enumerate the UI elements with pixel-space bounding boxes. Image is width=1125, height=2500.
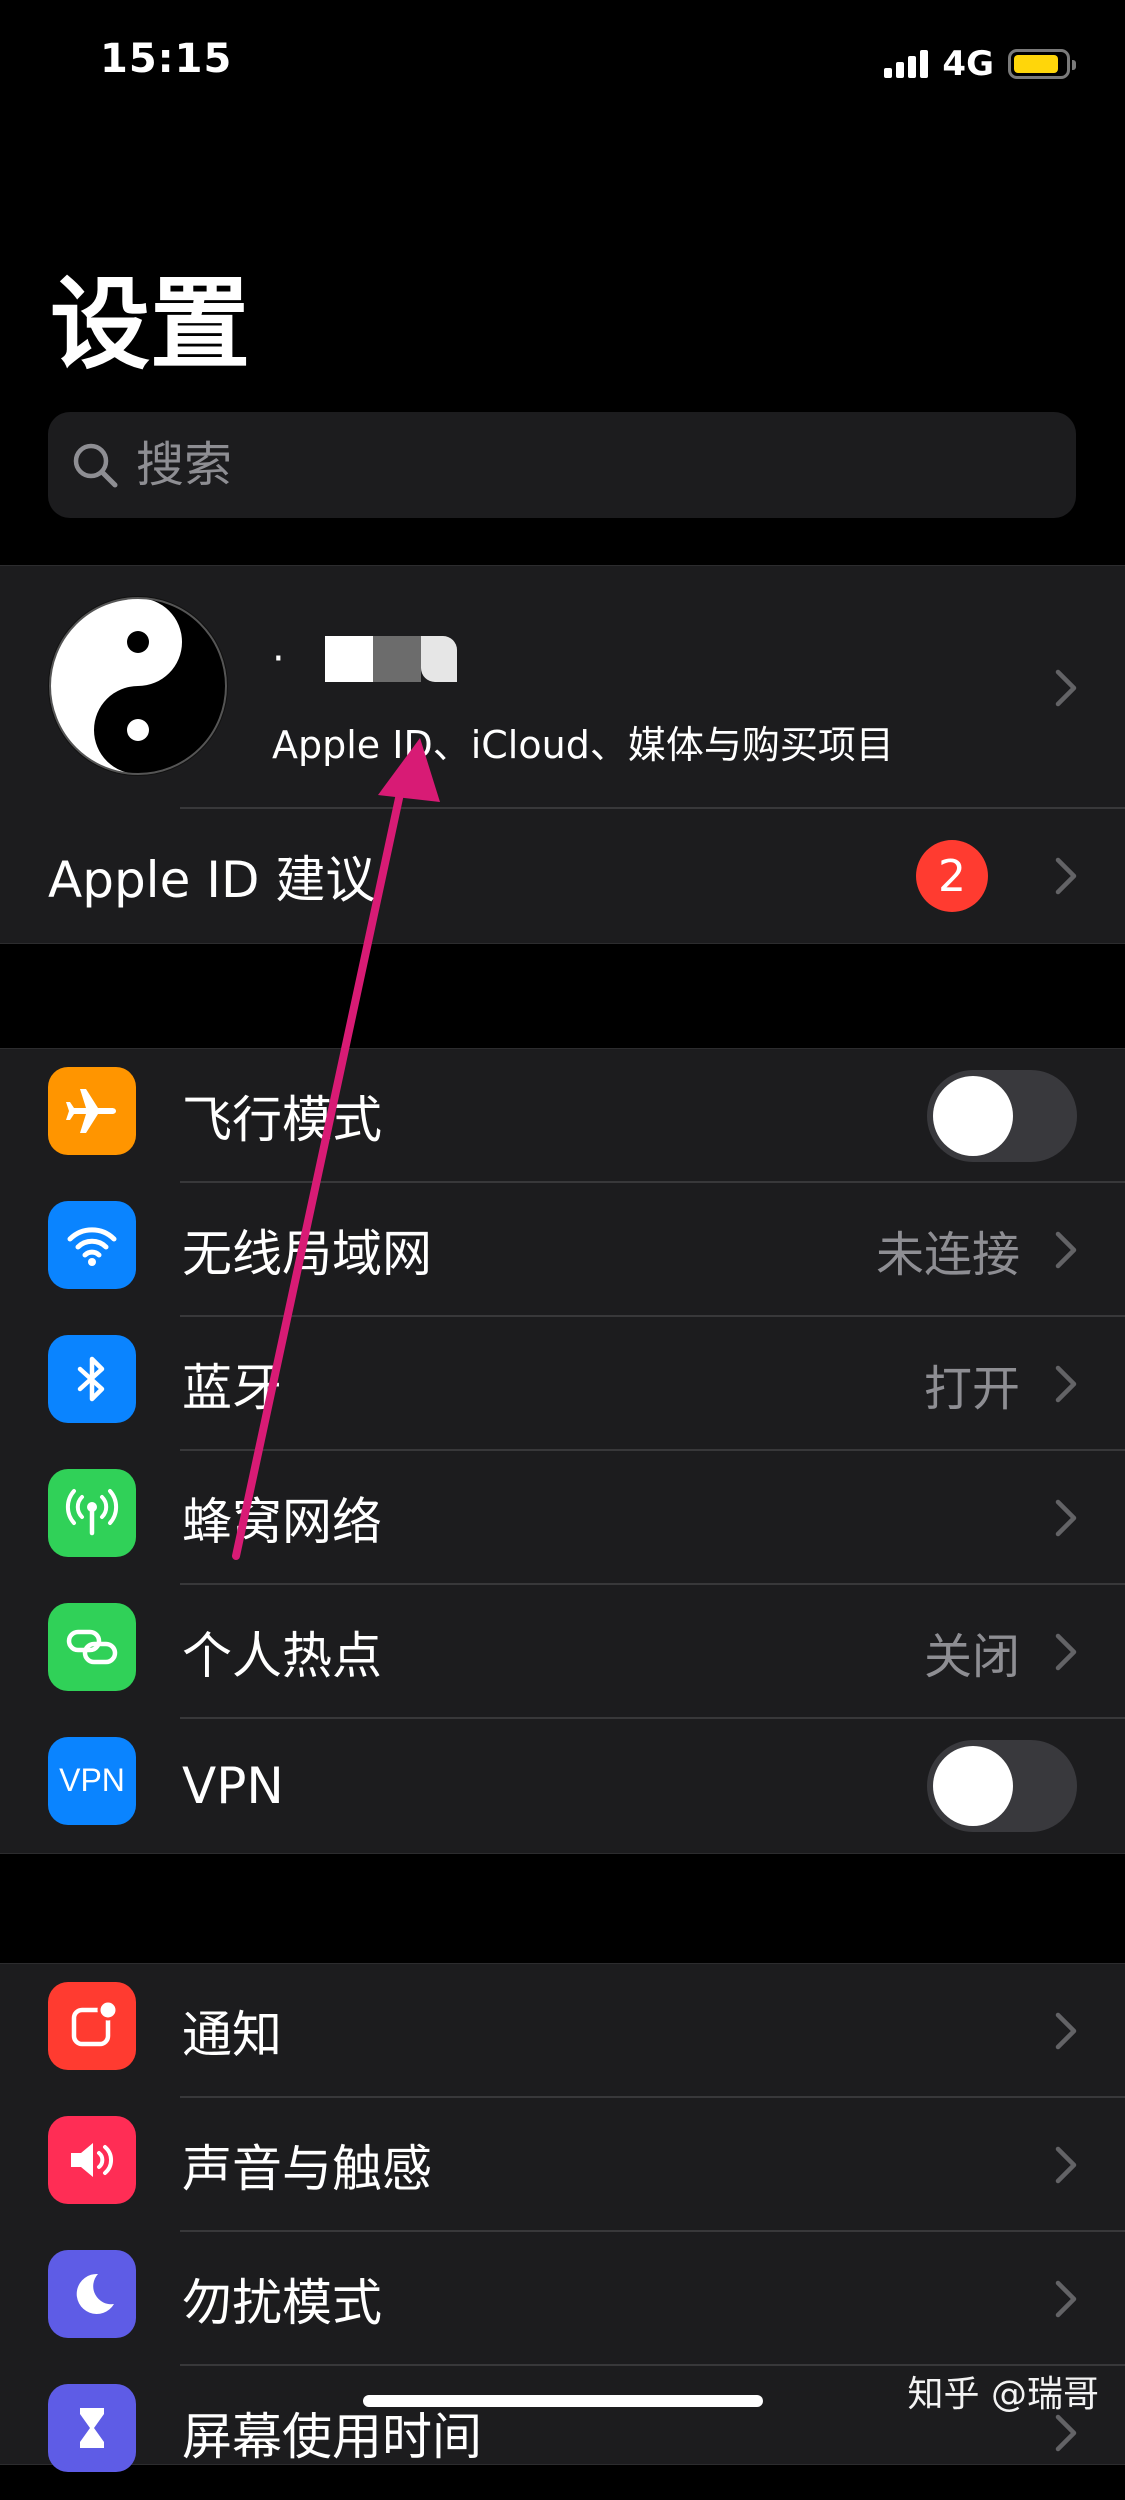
airplane-mode-toggle[interactable] — [927, 1070, 1077, 1162]
settings-row-personal-hotspot[interactable]: 个人热点 关闭 — [0, 1585, 1125, 1719]
settings-row-bluetooth[interactable]: 蓝牙 打开 — [0, 1317, 1125, 1451]
settings-row-cellular[interactable]: 蜂窝网络 — [0, 1451, 1125, 1585]
row-label: 通知 — [182, 2006, 282, 2064]
settings-row-wifi[interactable]: 无线局域网 未连接 — [0, 1183, 1125, 1317]
row-label: 飞行模式 — [182, 1091, 382, 1149]
airplane-icon — [48, 1066, 136, 1155]
chevron-right-icon — [1055, 2280, 1077, 2318]
status-bar: 15:15 4G — [0, 0, 1125, 130]
row-value: 未连接 — [875, 1227, 1020, 1283]
moon-icon — [48, 2249, 136, 2338]
profile-subtitle: Apple ID、iCloud、媒体与购买项目 — [272, 723, 894, 767]
status-indicators: 4G — [884, 44, 1076, 84]
avatar — [48, 596, 228, 776]
settings-row-airplane-mode[interactable]: 飞行模式 — [0, 1049, 1125, 1183]
apple-id-suggestions-label: Apple ID 建议 — [48, 851, 376, 909]
row-label: 蜂窝网络 — [182, 1493, 382, 1551]
profile-group: · Apple ID、iCloud、媒体与购买项目 Apple ID 建议 2 — [0, 565, 1125, 944]
settings-row-vpn[interactable]: VPN VPN — [0, 1719, 1125, 1853]
notification-badge: 2 — [916, 840, 988, 912]
row-label: 屏幕使用时间 — [182, 2408, 482, 2466]
chevron-right-icon — [1055, 669, 1077, 706]
chevron-right-icon — [1055, 857, 1077, 895]
vpn-toggle[interactable] — [927, 1740, 1077, 1832]
row-value: 关闭 — [923, 1629, 1020, 1685]
search-field[interactable] — [48, 412, 1076, 518]
search-input[interactable] — [134, 436, 1038, 494]
hourglass-icon — [48, 2383, 136, 2472]
row-label: VPN — [182, 1757, 284, 1815]
hotspot-icon — [48, 1602, 136, 1691]
wifi-icon — [48, 1200, 136, 1289]
row-value: 打开 — [923, 1361, 1020, 1417]
search-icon — [73, 443, 118, 488]
settings-row-do-not-disturb[interactable]: 勿扰模式 — [0, 2232, 1125, 2366]
speaker-icon — [48, 2115, 136, 2204]
chevron-right-icon — [1055, 2146, 1077, 2184]
watermark: 知乎 @瑞哥 — [907, 2374, 1099, 2415]
page-title: 设置 — [50, 266, 250, 383]
chevron-right-icon — [1055, 2012, 1077, 2050]
apple-id-profile-row[interactable]: · Apple ID、iCloud、媒体与购买项目 — [0, 566, 1125, 809]
network-type: 4G — [942, 44, 994, 84]
chevron-right-icon — [1055, 1499, 1077, 1537]
chevron-right-icon — [1055, 1633, 1077, 1671]
settings-row-notifications[interactable]: 通知 — [0, 1964, 1125, 2098]
antenna-icon — [48, 1468, 136, 1557]
vpn-icon-text: VPN — [59, 1762, 125, 1799]
chevron-right-icon — [1055, 1231, 1077, 1269]
notification-icon — [48, 1981, 136, 2070]
chevron-right-icon — [1055, 2414, 1077, 2452]
chevron-right-icon — [1055, 1365, 1077, 1403]
home-indicator[interactable] — [363, 2395, 763, 2407]
battery-icon — [1008, 49, 1076, 79]
status-time: 15:15 — [100, 36, 233, 82]
settings-row-sounds[interactable]: 声音与触感 — [0, 2098, 1125, 2232]
yin-yang-avatar-icon — [49, 597, 227, 775]
row-label: 个人热点 — [182, 1627, 382, 1685]
profile-name-obscured: · — [272, 636, 457, 682]
connectivity-group: 飞行模式 无线局域网 未连接 蓝牙 打开 蜂窝网络 个人热点 关闭 VPN VP… — [0, 1048, 1125, 1854]
apple-id-suggestions-row[interactable]: Apple ID 建议 2 — [0, 809, 1125, 943]
row-label: 勿扰模式 — [182, 2274, 382, 2332]
vpn-icon: VPN — [48, 1736, 136, 1825]
cellular-signal-icon — [884, 50, 929, 78]
row-label: 无线局域网 — [182, 1225, 432, 1283]
row-label: 蓝牙 — [182, 1359, 282, 1417]
bluetooth-icon — [48, 1334, 136, 1423]
row-label: 声音与触感 — [182, 2140, 432, 2198]
profile-name-fragment: · — [272, 636, 285, 682]
